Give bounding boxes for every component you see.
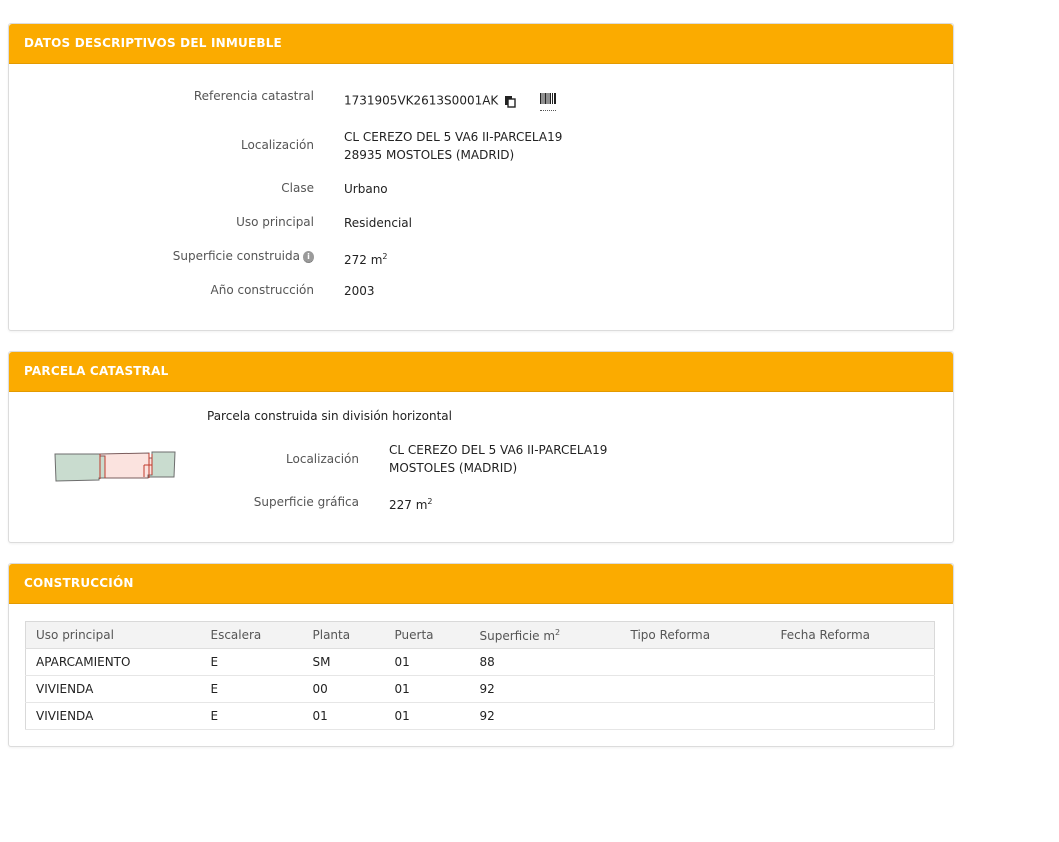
col-superficie-text: Superficie m	[479, 628, 556, 643]
cell-planta: 00	[302, 675, 385, 703]
cell-tipo-reforma	[620, 702, 771, 730]
col-puerta: Puerta	[384, 621, 470, 649]
col-tipo-reforma: Tipo Reforma	[620, 621, 771, 649]
cell-planta: 01	[302, 702, 385, 730]
panel-construccion: CONSTRUCCIÓN Uso principal Escalera Plan…	[8, 563, 954, 747]
parcela-superficie-value: 227 m2	[389, 493, 433, 514]
cell-superficie: 88	[469, 648, 621, 676]
panel-title: DATOS DESCRIPTIVOS DEL INMUEBLE	[9, 24, 953, 64]
localizacion-label: Localización	[241, 138, 314, 152]
info-icon[interactable]: i	[303, 250, 314, 263]
parcela-superficie-unit-exp: 2	[427, 497, 433, 506]
cell-fecha-reforma	[770, 675, 935, 703]
col-planta: Planta	[302, 621, 385, 649]
col-superficie-exp: 2	[555, 627, 561, 637]
col-uso-principal: Uso principal	[25, 621, 201, 649]
anio-value: 2003	[344, 284, 375, 298]
clase-label: Clase	[281, 181, 314, 195]
panel-parcela-catastral: PARCELA CATASTRAL Parcela construida sin…	[8, 351, 954, 543]
cell-puerta: 01	[384, 648, 470, 676]
cell-escalera: E	[200, 675, 303, 703]
cell-uso: VIVIENDA	[25, 675, 201, 703]
referencia-text: 1731905VK2613S0001AK	[344, 93, 499, 108]
barcode-icon[interactable]	[539, 91, 556, 111]
cell-superficie: 92	[469, 702, 621, 730]
parcela-superficie-label: Superficie gráfica	[253, 495, 359, 509]
cell-puerta: 01	[384, 702, 470, 730]
parcela-superficie-text: 227 m	[389, 498, 428, 512]
copy-icon[interactable]	[504, 95, 516, 108]
cell-uso: VIVIENDA	[25, 702, 201, 730]
referencia-value: 1731905VK2613S0001AK	[344, 91, 556, 111]
table-row: APARCAMIENTO E SM 01 88	[25, 648, 935, 676]
table-header-row: Uso principal Escalera Planta Puerta Sup…	[25, 621, 935, 649]
superficie-text: 272 m	[344, 253, 383, 267]
localizacion-value: CL CEREZO DEL 5 VA6 II-PARCELA19 28935 M…	[344, 128, 562, 164]
superficie-label-wrap: Superficie construida i	[9, 249, 314, 263]
col-superficie: Superficie m2	[469, 621, 621, 649]
table-row: VIVIENDA E 00 01 92	[25, 675, 935, 703]
cell-fecha-reforma	[770, 648, 935, 676]
cell-escalera: E	[200, 702, 303, 730]
panel-datos-descriptivos: DATOS DESCRIPTIVOS DEL INMUEBLE Referenc…	[8, 23, 954, 331]
parcela-localizacion-line1: CL CEREZO DEL 5 VA6 II-PARCELA19	[389, 443, 608, 457]
parcela-localizacion-label: Localización	[286, 452, 359, 466]
cell-uso: APARCAMIENTO	[25, 648, 201, 676]
col-escalera: Escalera	[200, 621, 303, 649]
table-row: VIVIENDA E 01 01 92	[25, 702, 935, 730]
panel-title: PARCELA CATASTRAL	[9, 352, 953, 392]
parcela-localizacion-value: CL CEREZO DEL 5 VA6 II-PARCELA19 MOSTOLE…	[389, 441, 607, 477]
superficie-value: 272 m2	[344, 248, 388, 269]
clase-value: Urbano	[344, 182, 388, 196]
cell-superficie: 92	[469, 675, 621, 703]
col-fecha-reforma: Fecha Reforma	[770, 621, 935, 649]
superficie-label: Superficie construida	[172, 249, 300, 263]
superficie-unit-exp: 2	[382, 252, 388, 261]
cell-escalera: E	[200, 648, 303, 676]
localizacion-line2: 28935 MOSTOLES (MADRID)	[344, 148, 515, 162]
localizacion-line1: CL CEREZO DEL 5 VA6 II-PARCELA19	[344, 130, 563, 144]
referencia-label: Referencia catastral	[193, 89, 314, 103]
panel-title: CONSTRUCCIÓN	[9, 564, 953, 604]
cell-planta: SM	[302, 648, 385, 676]
uso-value: Residencial	[344, 216, 412, 230]
parcela-localizacion-line2: MOSTOLES (MADRID)	[389, 461, 518, 475]
cell-puerta: 01	[384, 675, 470, 703]
cell-tipo-reforma	[620, 648, 771, 676]
cell-tipo-reforma	[620, 675, 771, 703]
parcela-subtitle: Parcela construida sin división horizont…	[207, 409, 452, 423]
anio-label: Año construcción	[210, 283, 315, 297]
construccion-table: Uso principal Escalera Planta Puerta Sup…	[25, 621, 935, 730]
cell-fecha-reforma	[770, 702, 935, 730]
uso-label: Uso principal	[236, 215, 314, 229]
